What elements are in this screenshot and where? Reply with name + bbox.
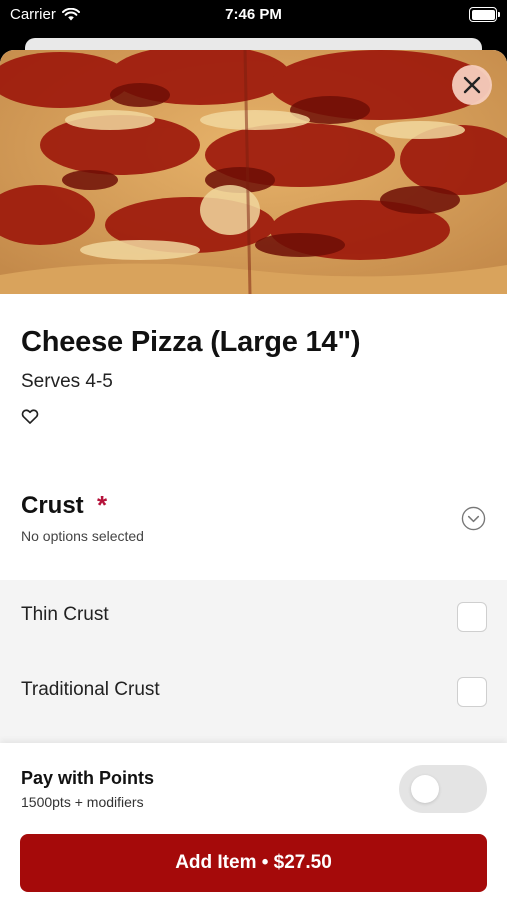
close-icon: [463, 76, 481, 94]
option-label: Traditional Crust: [21, 679, 160, 700]
checkbox[interactable]: [457, 677, 487, 707]
crust-section-header[interactable]: Crust * No options selected: [0, 482, 507, 582]
item-detail-sheet: Cheese Pizza (Large 14") Serves 4-5 Crus…: [0, 50, 507, 900]
close-button[interactable]: [452, 65, 492, 105]
required-asterisk: *: [97, 490, 108, 520]
item-title: Cheese Pizza (Large 14"): [21, 326, 361, 358]
heart-outline-icon[interactable]: [20, 406, 40, 426]
clock: 7:46 PM: [225, 6, 282, 23]
checkbox[interactable]: [457, 602, 487, 632]
pizza-photo: [0, 50, 507, 294]
toggle-knob: [411, 775, 439, 803]
chevron-down-circle-icon[interactable]: [461, 506, 486, 531]
add-item-button[interactable]: Add Item • $27.50: [20, 834, 487, 892]
points-cost: 1500pts + modifiers: [21, 794, 144, 810]
pay-with-points-toggle[interactable]: [399, 765, 487, 813]
item-subtitle: Serves 4-5: [21, 371, 113, 392]
checkout-footer: Pay with Points 1500pts + modifiers Add …: [0, 743, 507, 900]
crust-options-list: Thin Crust Traditional Crust: [0, 580, 507, 743]
pay-with-points-label: Pay with Points: [21, 768, 155, 788]
option-thin-crust[interactable]: Thin Crust: [0, 580, 507, 655]
option-traditional-crust[interactable]: Traditional Crust: [0, 655, 507, 730]
section-title: Crust: [21, 492, 84, 519]
selection-status: No options selected: [21, 528, 144, 544]
option-label: Thin Crust: [21, 604, 109, 625]
battery-icon: [469, 7, 500, 22]
status-bar: Carrier 7:46 PM: [0, 0, 507, 30]
